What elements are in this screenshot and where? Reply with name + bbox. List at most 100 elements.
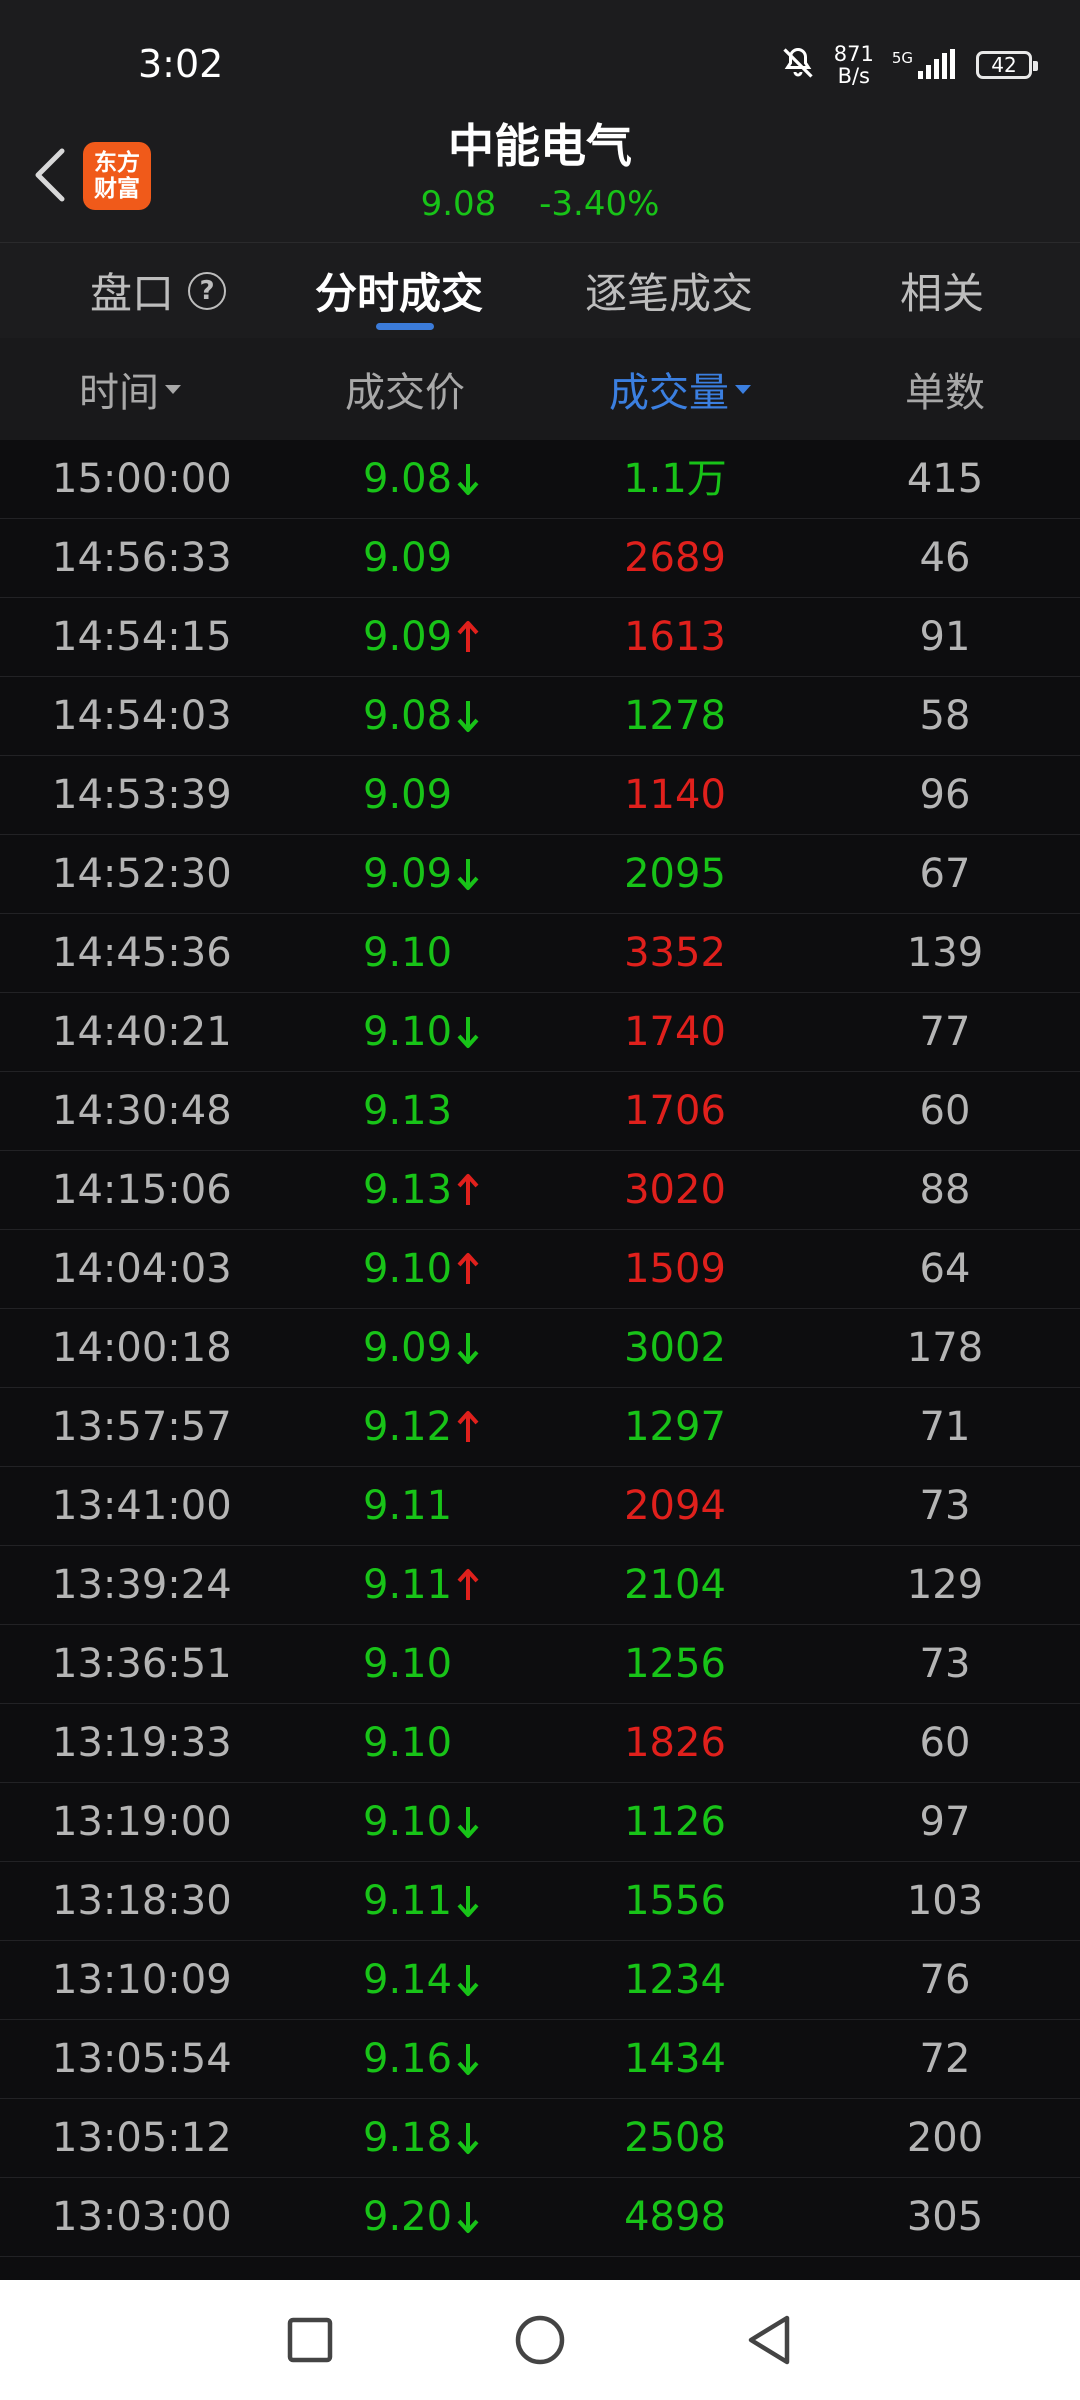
- trade-count: 139: [906, 930, 984, 976]
- trade-volume: 1126: [624, 1799, 726, 1845]
- trade-count: 305: [906, 2194, 984, 2240]
- trade-row[interactable]: 14:52:30 9.09 2095 67: [0, 835, 1080, 914]
- trade-row[interactable]: 13:57:57 9.12 1297 71: [0, 1388, 1080, 1467]
- trade-time: 13:18:30: [52, 1878, 232, 1924]
- trade-count: 64: [919, 1246, 971, 1292]
- arrow-up-icon: [456, 1568, 480, 1602]
- column-header-label: 单数: [905, 370, 985, 416]
- trade-price-cell: 9.10: [363, 993, 480, 1071]
- trade-time: 13:03:00: [52, 2194, 232, 2240]
- recents-icon: [287, 2317, 333, 2363]
- trade-time: 14:45:36: [52, 930, 232, 976]
- trade-row[interactable]: 13:10:09 9.14 1234 76: [0, 1941, 1080, 2020]
- trade-count: 415: [906, 456, 984, 502]
- trade-price: 9.12: [363, 1404, 453, 1450]
- trade-row[interactable]: 14:30:48 9.13 1706 60: [0, 1072, 1080, 1151]
- trade-price: 9.16: [363, 2036, 453, 2082]
- net-speed: 871 B/s: [834, 43, 874, 87]
- status-time: 3:02: [138, 42, 224, 86]
- arrow-up-icon: [456, 1173, 480, 1207]
- arrow-down-icon: [456, 2121, 480, 2155]
- trade-volume: 2104: [624, 1562, 726, 1608]
- trade-row[interactable]: 14:40:21 9.10 1740 77: [0, 993, 1080, 1072]
- trade-row[interactable]: 13:19:33 9.10 1826 60: [0, 1704, 1080, 1783]
- back-nav-button[interactable]: [735, 2310, 805, 2370]
- column-header-time[interactable]: 时间: [60, 338, 200, 440]
- tab-tick-trades[interactable]: 逐笔成交: [585, 243, 753, 338]
- recents-button[interactable]: [275, 2310, 345, 2370]
- help-icon[interactable]: ?: [188, 271, 227, 310]
- signal-icon: 5G: [892, 49, 958, 81]
- trade-row[interactable]: 15:00:00 9.08 1.1万 415: [0, 440, 1080, 519]
- arrow-down-icon: [456, 1963, 480, 1997]
- trade-time: 13:19:33: [52, 1720, 232, 1766]
- trade-time: 13:19:00: [52, 1799, 232, 1845]
- net-speed-unit: B/s: [837, 64, 870, 88]
- trade-time: 14:04:03: [52, 1246, 232, 1292]
- sort-caret-icon: [735, 384, 751, 394]
- trade-row[interactable]: 14:53:39 9.09 1140 96: [0, 756, 1080, 835]
- tab-related[interactable]: 相关: [900, 243, 984, 338]
- trade-row[interactable]: 13:41:00 9.11 2094 73: [0, 1467, 1080, 1546]
- trade-price-cell: 9.09: [363, 1309, 480, 1387]
- tab-pankou[interactable]: 盘口 ?: [90, 243, 227, 338]
- trade-row[interactable]: 13:36:51 9.10 1256 73: [0, 1625, 1080, 1704]
- trade-price-cell: 9.13: [363, 1072, 452, 1150]
- trade-row[interactable]: 13:19:00 9.10 1126 97: [0, 1783, 1080, 1862]
- trade-list[interactable]: 15:00:00 9.08 1.1万 415 14:56:33 9.09 2689 46 14:…: [0, 440, 1080, 2257]
- column-header-volume[interactable]: 成交量: [580, 338, 780, 440]
- trade-row[interactable]: 14:56:33 9.09 2689 46: [0, 519, 1080, 598]
- trade-row[interactable]: 13:03:00 9.20 4898 305: [0, 2178, 1080, 2257]
- trade-row[interactable]: 14:04:03 9.10 1509 64: [0, 1230, 1080, 1309]
- trade-volume: 1297: [624, 1404, 726, 1450]
- trade-volume: 1256: [624, 1641, 726, 1687]
- trade-count: 67: [919, 851, 971, 897]
- trade-price: 9.10: [363, 1246, 453, 1292]
- net-speed-value: 871: [833, 42, 874, 66]
- arrow-down-icon: [456, 2042, 480, 2076]
- trade-time: 14:52:30: [52, 851, 232, 897]
- trade-time: 13:41:00: [52, 1483, 232, 1529]
- trade-volume: 1509: [624, 1246, 726, 1292]
- trade-volume: 2095: [624, 851, 726, 897]
- stock-quote: 9.08 -3.40%: [0, 182, 1080, 226]
- trade-count: 200: [906, 2115, 984, 2161]
- trade-price: 9.08: [363, 456, 453, 502]
- trade-row[interactable]: 14:54:03 9.08 1278 58: [0, 677, 1080, 756]
- trade-row[interactable]: 13:39:24 9.11 2104 129: [0, 1546, 1080, 1625]
- trade-row[interactable]: 14:00:18 9.09 3002 178: [0, 1309, 1080, 1388]
- trade-time: 14:53:39: [52, 772, 232, 818]
- trade-volume: 1434: [624, 2036, 726, 2082]
- trade-volume: 1706: [624, 1088, 726, 1134]
- trade-time: 13:57:57: [52, 1404, 232, 1450]
- trade-time: 14:30:48: [52, 1088, 232, 1134]
- column-header-label: 成交量: [609, 370, 729, 416]
- home-icon: [515, 2315, 565, 2365]
- trade-row[interactable]: 14:45:36 9.10 3352 139: [0, 914, 1080, 993]
- status-icons: 871 B/s 5G 42: [780, 40, 1038, 90]
- trade-row[interactable]: 14:15:06 9.13 3020 88: [0, 1151, 1080, 1230]
- trade-row[interactable]: 13:05:12 9.18 2508 200: [0, 2099, 1080, 2178]
- trade-row[interactable]: 13:05:54 9.16 1434 72: [0, 2020, 1080, 2099]
- trade-row[interactable]: 14:54:15 9.09 1613 91: [0, 598, 1080, 677]
- back-nav-icon: [748, 2315, 790, 2365]
- trade-count: 129: [906, 1562, 984, 1608]
- trade-count: 178: [906, 1325, 984, 1371]
- arrow-up-icon: [456, 620, 480, 654]
- trade-time: 13:39:24: [52, 1562, 232, 1608]
- trade-count: 96: [919, 772, 971, 818]
- column-headers: 时间 成交价 成交量 单数: [0, 338, 1080, 440]
- trade-count: 73: [919, 1641, 971, 1687]
- trade-row[interactable]: 13:18:30 9.11 1556 103: [0, 1862, 1080, 1941]
- trade-count: 88: [919, 1167, 971, 1213]
- trade-time: 14:54:03: [52, 693, 232, 739]
- trade-price: 9.14: [363, 1957, 453, 2003]
- trade-price: 9.10: [363, 1009, 453, 1055]
- home-button[interactable]: [505, 2310, 575, 2370]
- trade-price: 9.10: [363, 1720, 453, 1766]
- trade-price: 9.10: [363, 1641, 453, 1687]
- trade-count: 72: [919, 2036, 971, 2082]
- trade-price-cell: 9.12: [363, 1388, 480, 1466]
- arrow-down-icon: [456, 1805, 480, 1839]
- trade-volume: 1556: [624, 1878, 726, 1924]
